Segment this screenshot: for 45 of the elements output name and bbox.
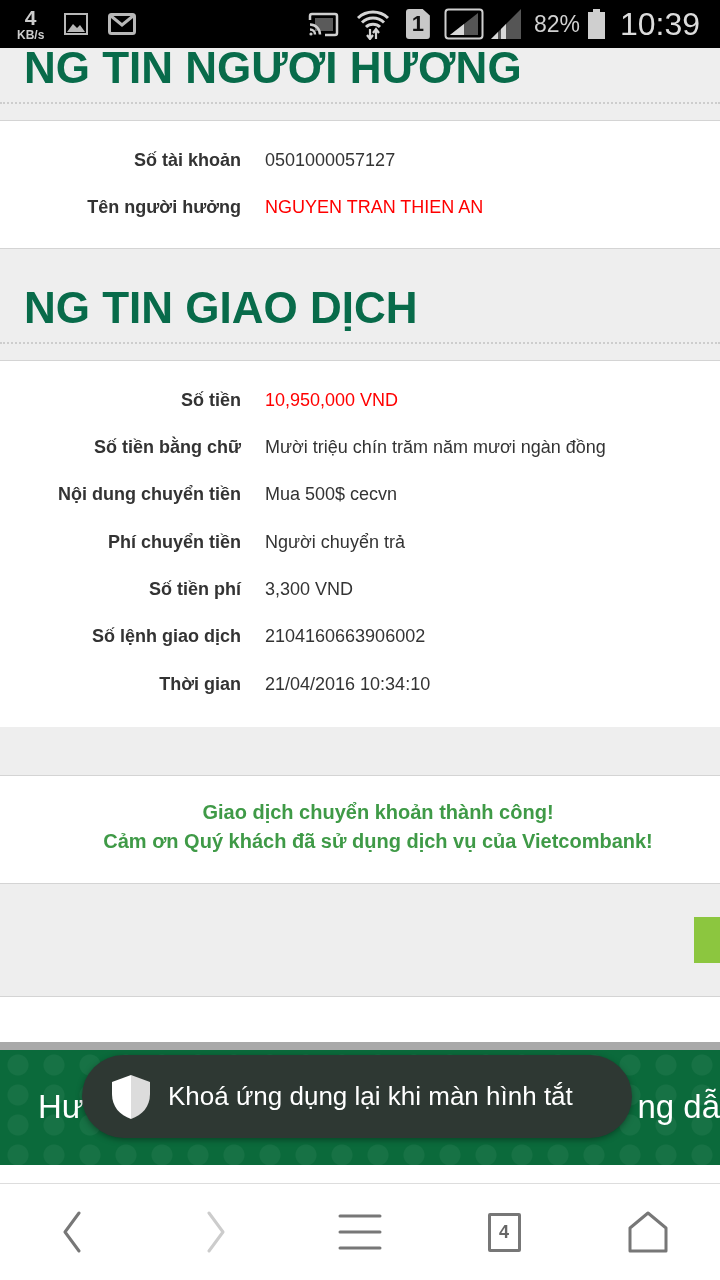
signal-icon (489, 8, 522, 40)
field-value: 2104160663906002 (265, 626, 426, 648)
field-label: Số tiền bằng chữ (93, 437, 241, 459)
field-label: Thời gian (159, 673, 241, 695)
battery-percentage: 82% (533, 10, 580, 38)
field-label: Số lệnh giao dịch (92, 626, 241, 648)
home-button[interactable] (628, 1211, 668, 1253)
signal-strength-icon (443, 8, 484, 40)
field-label: Số tài khoản (134, 150, 241, 172)
field-value: 10,950,000 VND (265, 389, 399, 411)
battery-icon (587, 9, 605, 39)
field-value: 21/04/2016 10:34:10 (265, 673, 431, 695)
success-message: Cảm ơn Quý khách đã sử dụng dịch vụ của Vietcombank! (103, 828, 653, 854)
sim-slot-indicator: 1 (405, 9, 430, 39)
field-label: Nội dung chuyển tiền (58, 484, 241, 506)
field-label: Số tiền phí (149, 578, 241, 600)
field-value: Mua 500$ cecvn (265, 484, 398, 506)
field-value: Người chuyển trả (265, 531, 405, 553)
field-label: Số tiền (181, 389, 241, 411)
banner-link-text[interactable]: ng dẫ (637, 1088, 720, 1127)
chevron-right-icon (206, 1211, 226, 1253)
toast-message: Khoá ứng dụng lại khi màn hình tắt (168, 1081, 573, 1112)
field-value: NGUYEN TRAN THIEN AN (265, 197, 484, 219)
cast-icon (307, 11, 339, 37)
back-button[interactable] (62, 1211, 82, 1253)
field-label: Tên người hưởng (87, 197, 241, 219)
network-speed: 4 (24, 7, 37, 28)
field-label: Phí chuyển tiền (107, 531, 241, 553)
envelope-icon (108, 12, 137, 36)
field-value: 3,300 VND (265, 578, 354, 600)
tabs-button[interactable]: 4 (487, 1212, 521, 1252)
network-speed-unit: KB/s (17, 29, 45, 41)
shield-icon (110, 1073, 152, 1120)
menu-icon (338, 1214, 382, 1250)
banner-link-text[interactable]: Hư (38, 1088, 84, 1127)
success-message: Giao dịch chuyển khoản thành công! (202, 799, 554, 825)
field-value: 0501000057127 (265, 150, 396, 172)
menu-button[interactable] (338, 1214, 382, 1250)
wifi-icon (355, 8, 390, 40)
field-value: Mười triệu chín trăm năm mươi ngàn đồng (265, 437, 606, 459)
image-icon (64, 12, 89, 36)
home-icon (628, 1211, 668, 1253)
chevron-left-icon (62, 1211, 82, 1253)
section-title: NG TIN NGƯƠI HƯƠNG (24, 48, 522, 88)
clock-time: 10:39 (619, 5, 700, 43)
